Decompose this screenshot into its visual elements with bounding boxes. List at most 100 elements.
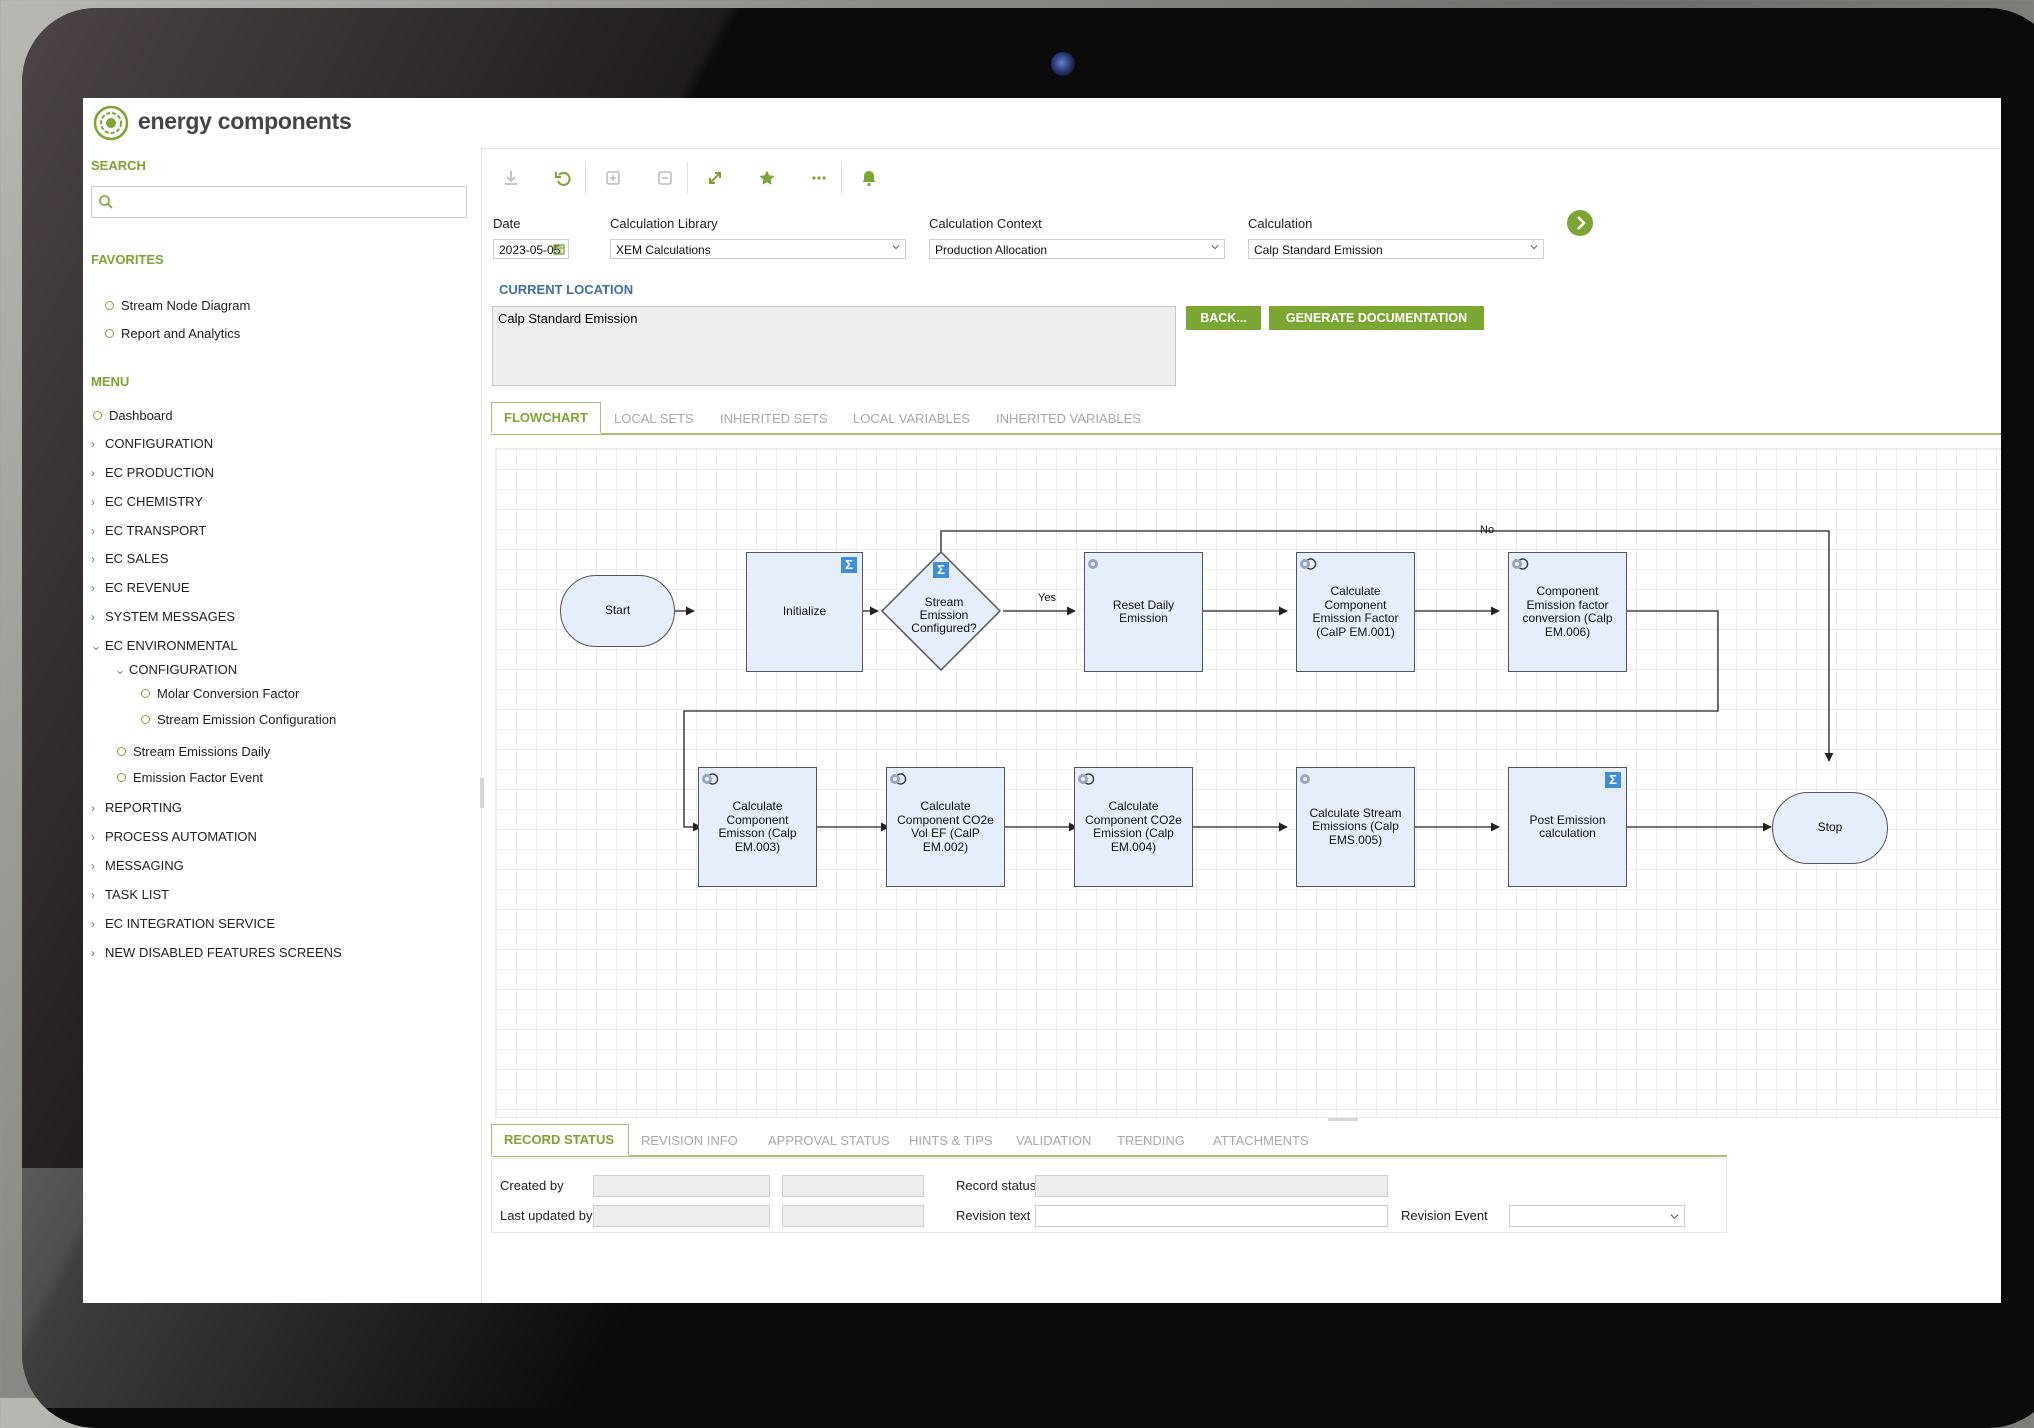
remove-icon[interactable] bbox=[653, 166, 677, 190]
bullet-icon bbox=[117, 773, 126, 783]
menu-item-new-disabled-features[interactable]: › NEW DISABLED FEATURES SCREENS bbox=[91, 945, 342, 960]
chevron-down-icon: ⌄ bbox=[115, 663, 126, 677]
tab-validation[interactable]: VALIDATION bbox=[1016, 1124, 1091, 1156]
revision-event-select[interactable] bbox=[1509, 1205, 1685, 1227]
chevron-down-icon bbox=[1530, 245, 1538, 250]
current-location-field[interactable]: Calp Standard Emission bbox=[492, 306, 1176, 386]
bullet-icon bbox=[93, 411, 102, 421]
gear-icon bbox=[1088, 559, 1098, 569]
sigma-icon: Σ bbox=[933, 562, 949, 578]
calendar-icon[interactable] bbox=[553, 243, 565, 255]
tab-trending[interactable]: TRENDING bbox=[1117, 1124, 1185, 1156]
calculation-context-select[interactable]: Production Allocation bbox=[929, 239, 1225, 259]
go-button[interactable] bbox=[1567, 210, 1593, 236]
favorite-label: Report and Analytics bbox=[121, 326, 241, 341]
flow-node-calculate-co2e-emission[interactable]: Calculate Component CO2e Emission (Calp … bbox=[1074, 767, 1193, 887]
flow-node-initialize[interactable]: Σ Initialize bbox=[746, 552, 863, 672]
date-field[interactable]: 2023-05-05 bbox=[493, 239, 569, 259]
revision-text-input[interactable] bbox=[1035, 1205, 1388, 1227]
yes-label: Yes bbox=[1038, 592, 1056, 604]
flow-node-stop[interactable]: Stop bbox=[1772, 792, 1888, 864]
menu-item-ec-transport[interactable]: › EC TRANSPORT bbox=[91, 523, 206, 538]
flow-node-calculate-stream-emissions[interactable]: Calculate Stream Emissions (Calp EMS.005… bbox=[1296, 767, 1415, 887]
flow-node-calculate-co2e-vol-ef[interactable]: Calculate Component CO2e Vol EF (CalP EM… bbox=[886, 767, 1005, 887]
tab-approval-status[interactable]: APPROVAL STATUS bbox=[768, 1124, 890, 1156]
tab-record-status[interactable]: RECORD STATUS bbox=[491, 1124, 629, 1156]
chevron-right-icon: › bbox=[91, 859, 95, 873]
menu-item-system-messages[interactable]: › SYSTEM MESSAGES bbox=[91, 609, 235, 624]
menu-item-molar-conversion[interactable]: Molar Conversion Factor bbox=[141, 686, 299, 701]
tab-revision-info[interactable]: REVISION INFO bbox=[641, 1124, 738, 1156]
flowchart-canvas[interactable]: Start Σ Initialize Stream Emission Confi… bbox=[495, 448, 2001, 1118]
tab-local-sets[interactable]: LOCAL SETS bbox=[614, 402, 694, 434]
menu-item-ec-sales[interactable]: › EC SALES bbox=[91, 551, 169, 566]
chevron-right-icon: › bbox=[91, 581, 95, 595]
menu-item-stream-emissions-daily[interactable]: Stream Emissions Daily bbox=[117, 744, 270, 759]
tab-attachments[interactable]: ATTACHMENTS bbox=[1213, 1124, 1309, 1156]
node-label: Component Emission factor conversion (Ca… bbox=[1522, 584, 1613, 639]
search-icon bbox=[99, 195, 113, 209]
menu-item-ec-production[interactable]: › EC PRODUCTION bbox=[91, 465, 214, 480]
flow-node-calculate-component-emission[interactable]: Calculate Component Emisson (Calp EM.003… bbox=[698, 767, 817, 887]
chevron-right-icon: › bbox=[91, 552, 95, 566]
node-label: Calculate Component Emisson (Calp EM.003… bbox=[718, 799, 797, 854]
decision-label: Stream Emission Configured? bbox=[911, 595, 977, 635]
search-input[interactable] bbox=[120, 189, 464, 217]
sidebar-splitter[interactable] bbox=[480, 778, 484, 808]
tab-inherited-variables[interactable]: INHERITED VARIABLES bbox=[996, 402, 1141, 434]
record-status-panel: Created by Record status Last updated by… bbox=[491, 1158, 1727, 1233]
menu-item-task-list[interactable]: › TASK LIST bbox=[91, 887, 169, 902]
flow-node-calculate-emission-factor[interactable]: Calculate Component Emission Factor (Cal… bbox=[1296, 552, 1415, 672]
favorite-item[interactable]: Report and Analytics bbox=[105, 326, 240, 341]
flow-node-reset-daily-emission[interactable]: Reset Daily Emission bbox=[1084, 552, 1203, 672]
flow-node-emission-factor-conversion[interactable]: Component Emission factor conversion (Ca… bbox=[1508, 552, 1627, 672]
download-icon[interactable] bbox=[499, 166, 523, 190]
menu-label-text: Dashboard bbox=[109, 408, 173, 423]
star-icon[interactable] bbox=[755, 166, 779, 190]
flow-node-start[interactable]: Start bbox=[560, 575, 675, 647]
menu-item-ec-revenue[interactable]: › EC REVENUE bbox=[91, 580, 190, 595]
brand-logo-icon bbox=[93, 105, 129, 141]
menu-item-ec-integration[interactable]: › EC INTEGRATION SERVICE bbox=[91, 916, 275, 931]
menu-item-ec-chemistry[interactable]: › EC CHEMISTRY bbox=[91, 494, 203, 509]
chevron-down-icon bbox=[892, 245, 900, 250]
menu-label-text: EC INTEGRATION SERVICE bbox=[105, 916, 275, 931]
back-button[interactable]: BACK... bbox=[1186, 306, 1261, 330]
add-icon[interactable] bbox=[601, 166, 625, 190]
expand-icon[interactable] bbox=[703, 166, 727, 190]
gear-icon bbox=[1300, 559, 1310, 569]
tab-local-variables[interactable]: LOCAL VARIABLES bbox=[853, 402, 970, 434]
undo-icon[interactable] bbox=[551, 166, 575, 190]
bell-icon[interactable] bbox=[857, 166, 881, 190]
tab-inherited-sets[interactable]: INHERITED SETS bbox=[720, 402, 828, 434]
menu-item-emission-factor-event[interactable]: Emission Factor Event bbox=[117, 770, 263, 785]
menu-item-dashboard[interactable]: Dashboard bbox=[93, 408, 173, 423]
created-by-label: Created by bbox=[500, 1178, 564, 1193]
webcam bbox=[1051, 52, 1075, 76]
menu-item-process-automation[interactable]: › PROCESS AUTOMATION bbox=[91, 829, 257, 844]
tab-flowchart[interactable]: FLOWCHART bbox=[491, 402, 601, 434]
menu-item-configuration[interactable]: › CONFIGURATION bbox=[91, 436, 213, 451]
menu-label-text: REPORTING bbox=[105, 800, 183, 815]
more-icon[interactable] bbox=[807, 166, 831, 190]
calculation-select[interactable]: Calp Standard Emission bbox=[1248, 239, 1544, 259]
menu-item-stream-emission-config[interactable]: Stream Emission Configuration bbox=[141, 712, 336, 727]
generate-documentation-button[interactable]: GENERATE DOCUMENTATION bbox=[1269, 306, 1484, 330]
favorite-item[interactable]: Stream Node Diagram bbox=[105, 298, 250, 313]
search-box[interactable] bbox=[91, 186, 467, 218]
tab-hints-tips[interactable]: HINTS & TIPS bbox=[909, 1124, 993, 1156]
menu-label-text: MESSAGING bbox=[105, 858, 184, 873]
chevron-down-icon: ⌄ bbox=[91, 639, 102, 653]
calculation-context-label: Calculation Context bbox=[929, 216, 1042, 231]
menu-item-reporting[interactable]: › REPORTING bbox=[91, 800, 182, 815]
gear-icon bbox=[890, 774, 900, 784]
menu-item-ec-environmental[interactable]: ⌄ EC ENVIRONMENTAL bbox=[91, 638, 238, 653]
menu-item-messaging[interactable]: › MESSAGING bbox=[91, 858, 184, 873]
flow-node-post-emission-calculation[interactable]: Σ Post Emission calculation bbox=[1508, 767, 1627, 887]
chevron-down-icon bbox=[1211, 245, 1219, 250]
current-location-label: CURRENT LOCATION bbox=[499, 282, 634, 297]
calculation-library-select[interactable]: XEM Calculations bbox=[610, 239, 906, 259]
chevron-right-icon: › bbox=[91, 495, 95, 509]
menu-item-env-configuration[interactable]: ⌄ CONFIGURATION bbox=[115, 662, 237, 677]
panel-resize-grip[interactable] bbox=[1328, 1118, 1358, 1121]
